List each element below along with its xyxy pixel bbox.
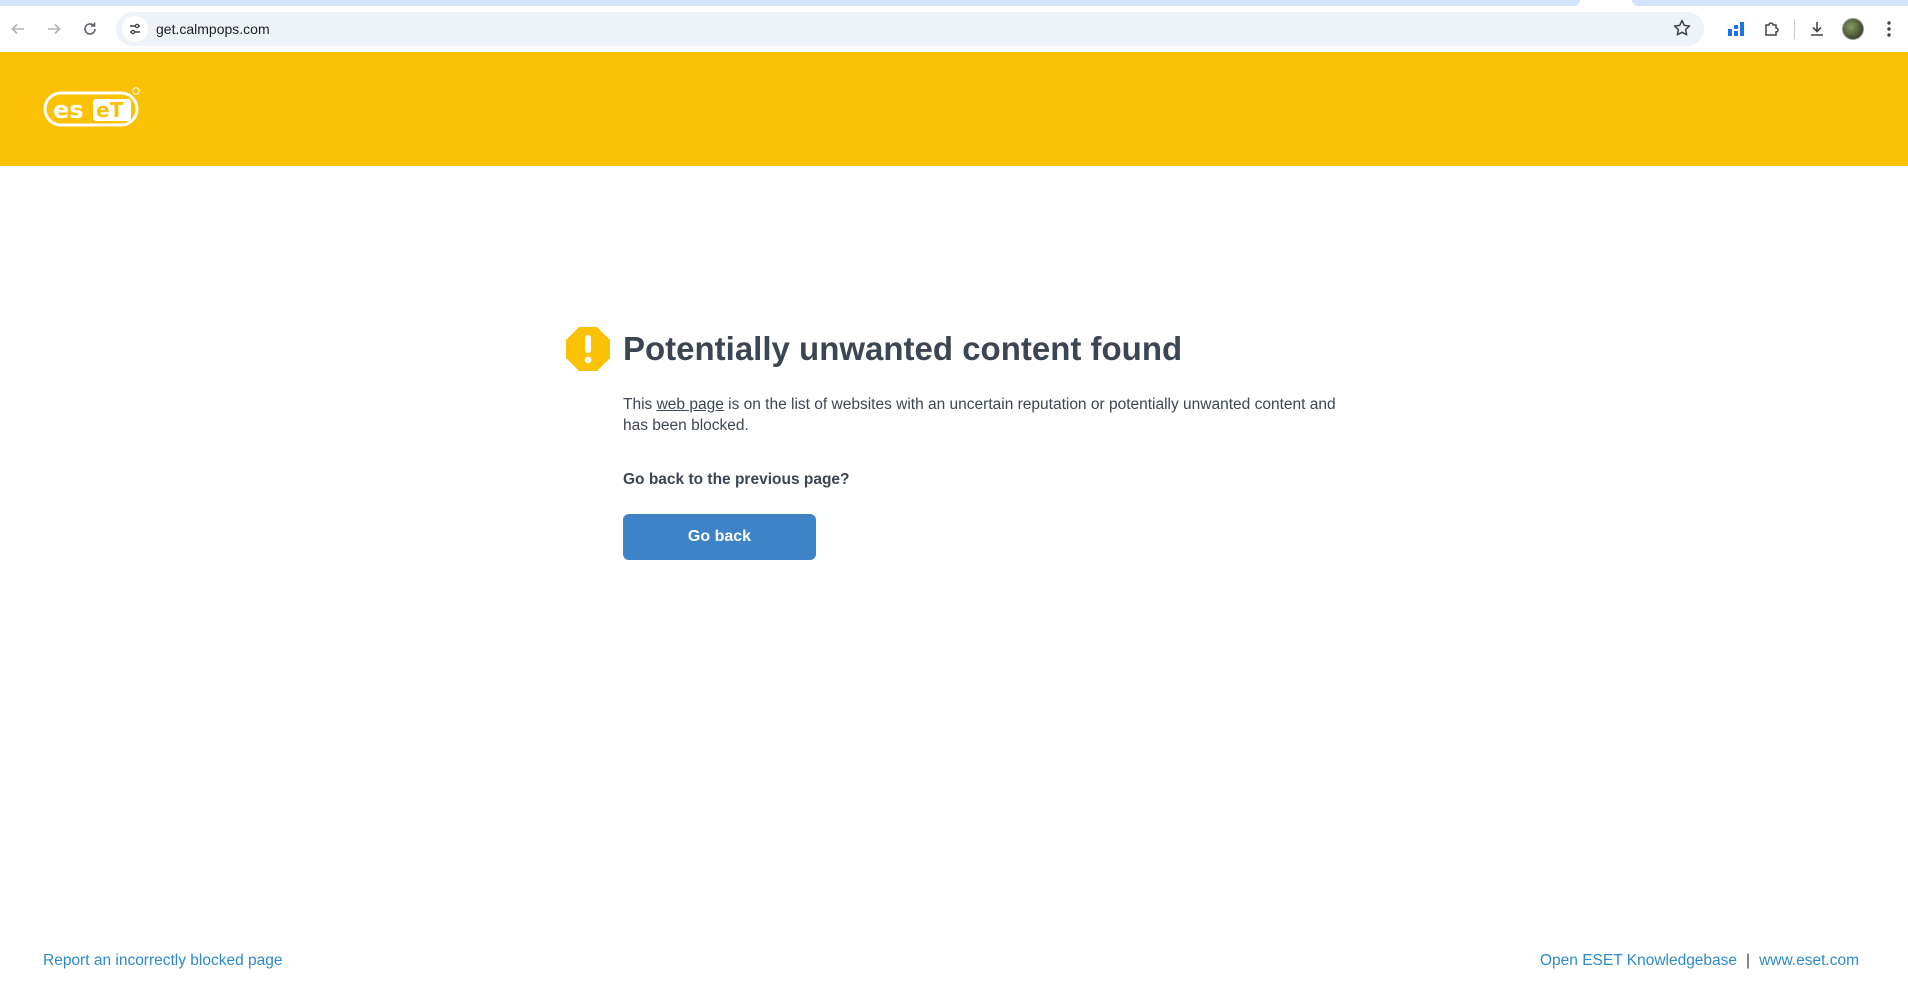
extensions-puzzle-icon[interactable] (1757, 14, 1787, 44)
svg-text:es: es (53, 96, 84, 124)
toolbar-actions (1718, 12, 1908, 46)
page-title: Potentially unwanted content found (623, 330, 1183, 367)
toolbar-separator (1794, 19, 1795, 39)
block-description: This web page is on the list of websites… (623, 394, 1363, 436)
reload-button[interactable] (76, 15, 104, 43)
go-back-button[interactable]: Go back (623, 514, 816, 560)
desc-suffix: is on the list of websites with an uncer… (623, 396, 1336, 434)
browser-toolbar: get.calmpops.com (0, 6, 1908, 52)
menu-kebab-icon[interactable] (1874, 14, 1904, 44)
extension-chart-icon[interactable] (1721, 14, 1751, 44)
forward-button[interactable] (40, 15, 68, 43)
desc-prefix: This (623, 396, 657, 413)
arrow-left-icon (11, 23, 24, 35)
eset-block-page: es eT Potentially unwanted content found… (0, 52, 1908, 993)
warning-content: Potentially unwanted content found This … (565, 324, 1365, 560)
footer-right: Open ESET Knowledgebase | www.eset.com (1540, 952, 1859, 970)
footer-left: Report an incorrectly blocked page (43, 952, 283, 970)
eset-header-bar: es eT (0, 52, 1908, 166)
profile-avatar[interactable] (1838, 14, 1868, 44)
eset-logo: es eT (43, 87, 143, 134)
bookmark-star-icon[interactable] (1672, 18, 1692, 43)
web-page-link[interactable]: web page (657, 396, 724, 413)
back-button[interactable] (4, 15, 32, 43)
knowledgebase-link[interactable]: Open ESET Knowledgebase (1540, 952, 1737, 970)
site-info-icon[interactable] (122, 16, 148, 42)
reload-icon (84, 22, 96, 35)
avatar (1842, 18, 1864, 40)
title-row: Potentially unwanted content found (565, 324, 1365, 376)
go-back-question: Go back to the previous page? (623, 471, 850, 488)
address-bar[interactable]: get.calmpops.com (116, 12, 1704, 46)
eset-site-link[interactable]: www.eset.com (1759, 952, 1859, 970)
footer-separator: | (1746, 952, 1751, 969)
arrow-right-icon (48, 23, 61, 35)
url-text[interactable]: get.calmpops.com (156, 21, 270, 37)
warning-icon (565, 326, 611, 377)
svg-text:eT: eT (96, 98, 124, 122)
report-blocked-page-link[interactable]: Report an incorrectly blocked page (43, 952, 283, 969)
download-icon[interactable] (1802, 14, 1832, 44)
